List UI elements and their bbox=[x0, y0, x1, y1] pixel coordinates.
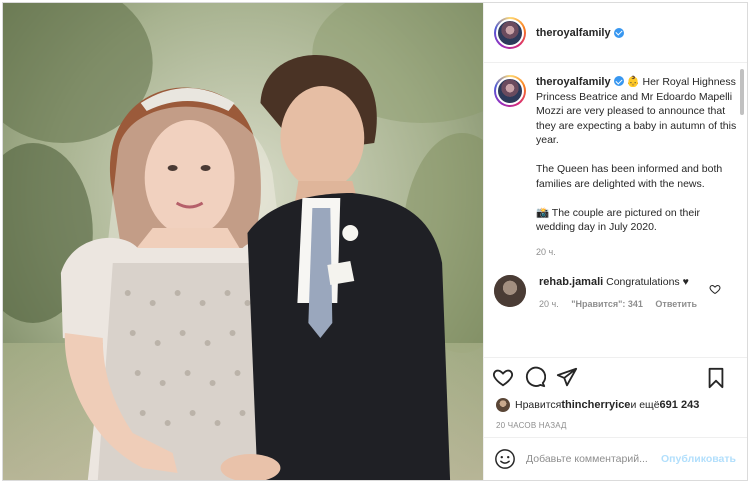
liker-avatar[interactable] bbox=[496, 398, 510, 412]
comment-body: rehab.jamali Congratulations ♥ 20 ч. "Нр… bbox=[539, 275, 729, 311]
liker-username[interactable]: thincherryice bbox=[561, 399, 630, 411]
heart-icon[interactable] bbox=[492, 366, 514, 388]
post-sidebar: theroyalfamily theroyalfamily 👶 Her Roya… bbox=[484, 3, 747, 480]
caption-body: theroyalfamily 👶 Her Royal Highness Prin… bbox=[536, 75, 741, 259]
post-photo[interactable] bbox=[3, 3, 484, 480]
comments-area[interactable]: theroyalfamily 👶 Her Royal Highness Prin… bbox=[484, 63, 747, 357]
caption-author-avatar[interactable] bbox=[494, 75, 526, 107]
caption: theroyalfamily 👶 Her Royal Highness Prin… bbox=[494, 75, 747, 259]
emoji-icon[interactable] bbox=[494, 448, 516, 470]
post-date[interactable]: 20 ЧАСОВ НАЗАД bbox=[484, 421, 747, 435]
likes-summary: Нравится thincherryice и ещё 691 243 bbox=[484, 395, 747, 415]
author-username[interactable]: theroyalfamily bbox=[536, 27, 611, 39]
commenter-avatar[interactable] bbox=[494, 275, 526, 307]
wedding-photo-image bbox=[3, 3, 483, 480]
likes-count[interactable]: 691 243 bbox=[660, 399, 700, 411]
comment-icon[interactable] bbox=[524, 366, 546, 388]
comment-timestamp[interactable]: 20 ч. bbox=[539, 299, 559, 309]
verified-badge-icon bbox=[613, 76, 624, 86]
author-avatar[interactable] bbox=[494, 16, 526, 49]
commenter-username[interactable]: rehab.jamali bbox=[539, 276, 603, 288]
caption-paragraph-2: The Queen has been informed and both fam… bbox=[536, 163, 726, 190]
bookmark-icon[interactable] bbox=[705, 367, 727, 389]
comment-reply-button[interactable]: Ответить bbox=[655, 299, 697, 309]
post-header: theroyalfamily bbox=[484, 3, 747, 63]
likes-middle: и ещё bbox=[630, 399, 660, 411]
comment-input[interactable] bbox=[526, 453, 658, 465]
comment-meta: 20 ч. "Нравится": 341 Ответить bbox=[539, 297, 729, 311]
comment-item: rehab.jamali Congratulations ♥ 20 ч. "Нр… bbox=[494, 275, 747, 311]
comment-likes-count[interactable]: "Нравится": 341 bbox=[571, 299, 643, 309]
instagram-post: theroyalfamily theroyalfamily 👶 Her Roya… bbox=[2, 2, 748, 481]
share-icon[interactable] bbox=[556, 366, 578, 388]
comment-like-heart-icon[interactable] bbox=[709, 283, 721, 295]
caption-paragraph-3: 📸 The couple are pictured on their weddi… bbox=[536, 206, 703, 234]
comments-scrollbar[interactable] bbox=[740, 69, 744, 115]
verified-badge-icon bbox=[613, 27, 624, 38]
likes-prefix: Нравится bbox=[515, 399, 562, 411]
caption-author-username[interactable]: theroyalfamily bbox=[536, 76, 611, 88]
publish-button[interactable]: Опубликовать bbox=[661, 453, 736, 465]
caption-timestamp[interactable]: 20 ч. bbox=[536, 245, 741, 260]
action-bar bbox=[484, 357, 747, 395]
author-info: theroyalfamily bbox=[536, 27, 624, 39]
caption-paragraph-1: theroyalfamily 👶 Her Royal Highness Prin… bbox=[536, 75, 741, 148]
add-comment-bar: Опубликовать bbox=[484, 437, 747, 480]
comment-text: Congratulations ♥ bbox=[606, 276, 689, 288]
